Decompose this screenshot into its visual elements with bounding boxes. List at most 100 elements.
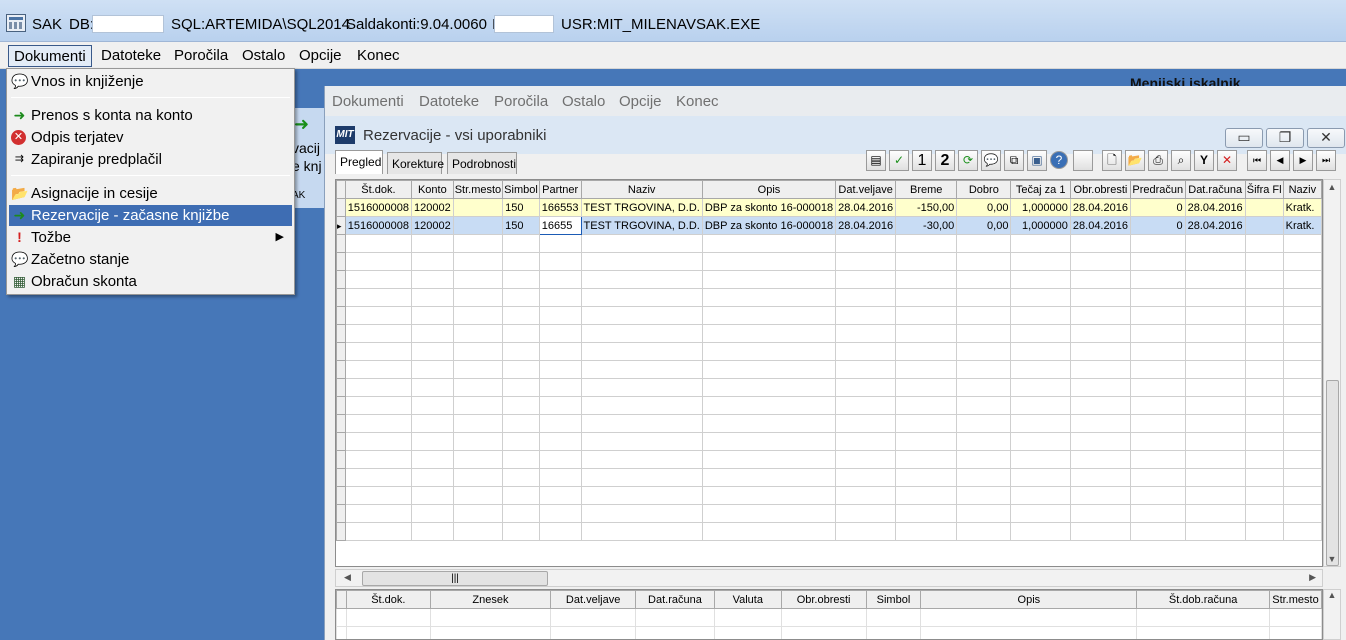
scroll-down-icon[interactable]: ▼ — [1324, 554, 1340, 564]
scroll-up-icon[interactable]: ▲ — [1324, 182, 1340, 192]
cell-predracun[interactable]: 0 — [1129, 216, 1186, 235]
blank-icon[interactable] — [1073, 150, 1093, 171]
copy-icon[interactable]: ⧉ — [1004, 150, 1024, 171]
header-cell[interactable]: Obr.obresti — [1069, 180, 1131, 199]
cell-breme[interactable]: -30,00 — [895, 216, 958, 235]
tab-korekture[interactable]: Korekture — [387, 152, 444, 174]
filter-icon[interactable]: Y — [1194, 150, 1214, 171]
horizontal-scroll-thumb[interactable]: ||| — [362, 571, 548, 586]
child-menu-dokumenti[interactable]: Dokumenti — [332, 93, 404, 110]
close-button[interactable]: ✕ — [1307, 128, 1345, 148]
header-cell[interactable]: Tečaj za 1 — [1010, 180, 1071, 199]
header-cell[interactable]: Simbol — [502, 180, 540, 199]
cell-simbol[interactable]: 150 — [502, 216, 540, 235]
cancel-icon[interactable]: ✕ — [1217, 150, 1237, 171]
child-menu-opcije[interactable]: Opcije — [619, 93, 662, 110]
tab-pregled[interactable]: Pregled — [335, 150, 383, 174]
header-cell[interactable]: Str.mesto — [452, 180, 504, 199]
cell-dat-racuna[interactable]: 28.04.2016 — [1184, 216, 1246, 235]
open-folder-icon[interactable]: 📂 — [1125, 150, 1145, 171]
cell-simbol[interactable]: 150 — [502, 198, 540, 217]
detail-scroll-up-icon[interactable]: ▲ — [1323, 589, 1341, 640]
header-cell[interactable]: Breme — [895, 180, 958, 199]
refresh-icon[interactable]: ⟳ — [958, 150, 978, 171]
header-cell[interactable]: Obr.obresti — [780, 590, 867, 609]
menu-item-vnos[interactable]: 💬 Vnos in knjiženje — [9, 71, 292, 92]
menu-item-prenos[interactable]: ➜ Prenos s konta na konto — [9, 105, 292, 126]
cell-opis[interactable]: DBP za skonto 16-000018 — [701, 216, 837, 235]
menu-porocila[interactable]: Poročila — [169, 45, 233, 67]
header-cell[interactable]: Simbol — [865, 590, 922, 609]
cell-sifra-fl[interactable] — [1244, 198, 1284, 217]
vertical-scroll-thumb[interactable] — [1326, 380, 1339, 566]
monitor-icon[interactable]: ▣ — [1027, 150, 1047, 171]
minimize-button[interactable]: ▭ — [1225, 128, 1263, 148]
grid-vertical-scrollbar[interactable]: ▲ ▼ — [1323, 179, 1341, 567]
cell-naziv2[interactable]: Kratk. — [1282, 216, 1322, 235]
cell-breme[interactable]: -150,00 — [895, 198, 958, 217]
digit-two-icon[interactable]: 2 — [935, 150, 955, 171]
menu-item-odpis[interactable]: ✕ Odpis terjatev — [9, 127, 292, 148]
current-row-indicator[interactable] — [336, 216, 346, 235]
header-cell[interactable]: Str.mesto — [1268, 590, 1322, 609]
grid-horizontal-scrollbar[interactable]: ◀ ||| ▶ — [335, 569, 1323, 587]
cell-dobro[interactable]: 0,00 — [956, 198, 1012, 217]
header-cell[interactable]: Valuta — [713, 590, 782, 609]
new-document-icon[interactable]: 🗋 — [1102, 150, 1122, 171]
menu-item-obracun[interactable]: ▦ Obračun skonta — [9, 271, 292, 292]
cell-naziv[interactable]: TEST TRGOVINA, D.D. — [580, 198, 703, 217]
next-record-icon[interactable]: ▶ — [1293, 150, 1313, 171]
comment-icon[interactable]: 💬 — [981, 150, 1001, 171]
cell-st-dok[interactable]: 1516000008 — [344, 198, 412, 217]
header-cell[interactable]: Naziv — [1282, 180, 1322, 199]
digit-one-icon[interactable]: 1 — [912, 150, 932, 171]
menu-ostalo[interactable]: Ostalo — [237, 45, 290, 67]
menu-item-zacetno[interactable]: 💬 Začetno stanje — [9, 249, 292, 270]
header-cell[interactable]: Opis — [701, 180, 837, 199]
cell-str-mesto[interactable] — [452, 198, 504, 217]
header-cell[interactable]: Dat.veljave — [550, 590, 637, 609]
tab-podrobnosti[interactable]: Podrobnosti — [447, 152, 517, 174]
document-icon[interactable]: ▤ — [866, 150, 886, 171]
header-cell[interactable]: Konto — [410, 180, 454, 199]
cell-st-dok[interactable]: 1516000008 — [344, 216, 412, 235]
cell-tecaj[interactable]: 1,000000 — [1010, 198, 1071, 217]
cell-tecaj[interactable]: 1,000000 — [1010, 216, 1071, 235]
prev-record-icon[interactable]: ◀ — [1270, 150, 1290, 171]
last-record-icon[interactable]: ⏭ — [1316, 150, 1336, 171]
menu-item-tozbe[interactable]: ! Tožbe ▶ — [9, 227, 292, 248]
header-cell[interactable]: Št.dok. — [344, 180, 412, 199]
header-cell[interactable]: Dat.veljave — [835, 180, 897, 199]
menu-item-rezervacije[interactable]: ➜ Rezervacije - začasne knjižbe — [9, 205, 292, 226]
header-cell[interactable]: Dat.računa — [635, 590, 715, 609]
header-cell[interactable]: Znesek — [429, 590, 552, 609]
cell-sifra-fl[interactable] — [1244, 216, 1284, 235]
menu-opcije[interactable]: Opcije — [294, 45, 347, 67]
cell-dat-racuna[interactable]: 28.04.2016 — [1184, 198, 1246, 217]
child-menu-konec[interactable]: Konec — [676, 93, 719, 110]
cell-dat-veljave[interactable]: 28.04.2016 — [835, 198, 897, 217]
row-indicator[interactable] — [336, 198, 346, 217]
cell-dobro[interactable]: 0,00 — [956, 216, 1012, 235]
header-cell[interactable]: Dobro — [956, 180, 1012, 199]
cell-partner[interactable]: 166553 — [538, 198, 582, 217]
cell-obr-obresti[interactable]: 28.04.2016 — [1069, 216, 1131, 235]
header-cell[interactable]: Št.dob.računa — [1136, 590, 1270, 609]
header-cell[interactable]: Dat.računa — [1184, 180, 1246, 199]
header-cell[interactable]: Šifra Fl — [1244, 180, 1284, 199]
search-icon[interactable]: ⌕ — [1171, 150, 1191, 171]
cell-konto[interactable]: 120002 — [410, 198, 454, 217]
scroll-left-icon[interactable]: ◀ — [344, 572, 351, 583]
menu-konec[interactable]: Konec — [352, 45, 405, 67]
cell-str-mesto[interactable] — [452, 216, 504, 235]
print-icon[interactable]: ⎙ — [1148, 150, 1168, 171]
cell-naziv[interactable]: TEST TRGOVINA, D.D. — [580, 216, 703, 235]
cell-naziv2[interactable]: Kratk. — [1282, 198, 1322, 217]
header-cell[interactable]: Predračun — [1129, 180, 1186, 199]
header-cell[interactable]: Partner — [538, 180, 582, 199]
rezervacije-grid[interactable]: Št.dok. Konto Str.mesto Simbol Partner N… — [335, 179, 1323, 567]
help-icon[interactable]: ? — [1050, 151, 1068, 169]
menu-item-zapiranje[interactable]: ⇉ Zapiranje predplačil — [9, 149, 292, 170]
menu-datoteke[interactable]: Datoteke — [96, 45, 166, 67]
cell-opis[interactable]: DBP za skonto 16-000018 — [701, 198, 837, 217]
